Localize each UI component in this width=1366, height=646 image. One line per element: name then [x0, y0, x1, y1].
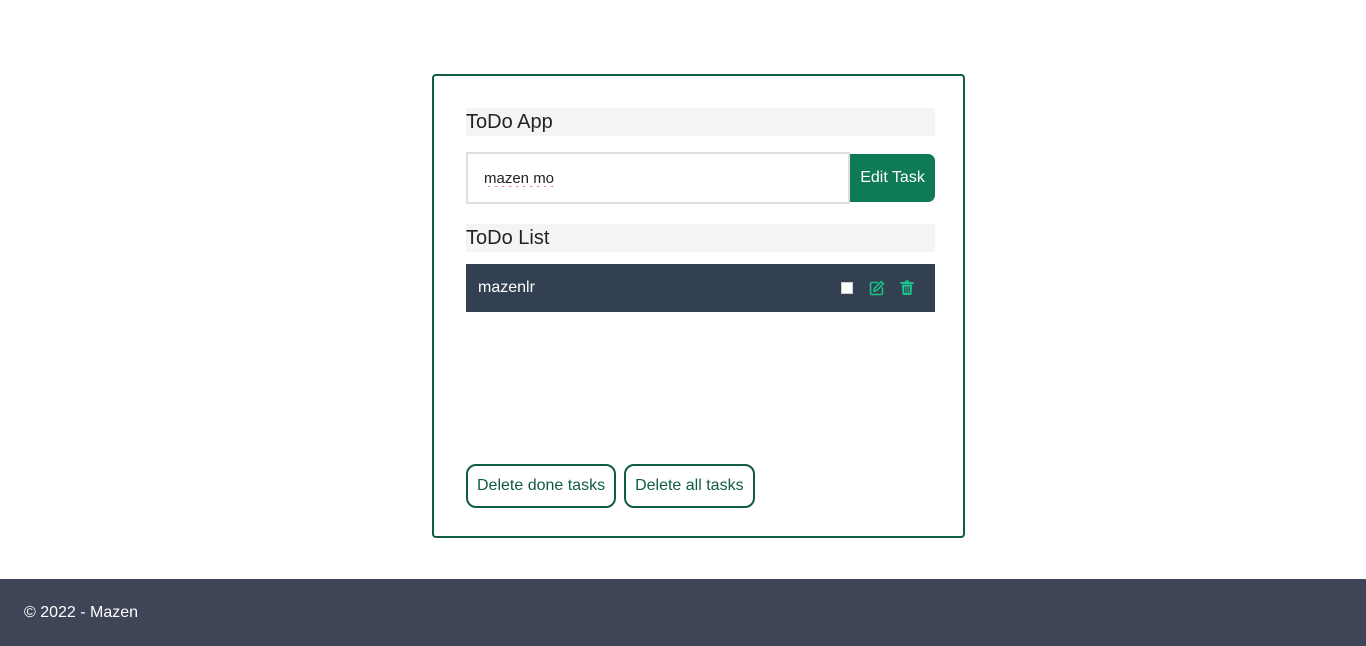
delete-done-tasks-button[interactable]: Delete done tasks [466, 464, 617, 508]
todo-card: ToDo App Edit Task ToDo List mazenlr [432, 74, 965, 538]
footer: © 2022 - Mazen [0, 579, 1366, 646]
footer-copyright: © 2022 - Mazen [24, 603, 139, 621]
task-done-checkbox[interactable] [841, 282, 853, 294]
edit-icon[interactable] [869, 280, 885, 296]
task-list: mazenlr [466, 264, 935, 312]
task-label: mazenlr [478, 279, 535, 296]
task-actions [841, 280, 915, 296]
bulk-actions: Delete done tasks Delete all tasks [466, 464, 755, 508]
page: ToDo App Edit Task ToDo List mazenlr [0, 0, 1366, 646]
task-form: Edit Task [466, 152, 935, 204]
list-title: ToDo List [466, 224, 935, 252]
list-item: mazenlr [466, 264, 935, 312]
task-input[interactable] [466, 152, 850, 204]
edit-icon-graphic [869, 280, 885, 296]
app-title: ToDo App [466, 108, 935, 136]
delete-all-tasks-button[interactable]: Delete all tasks [624, 464, 755, 508]
trash-icon[interactable] [899, 280, 915, 296]
trash-icon-graphic [900, 280, 914, 295]
edit-task-button[interactable]: Edit Task [850, 154, 935, 202]
